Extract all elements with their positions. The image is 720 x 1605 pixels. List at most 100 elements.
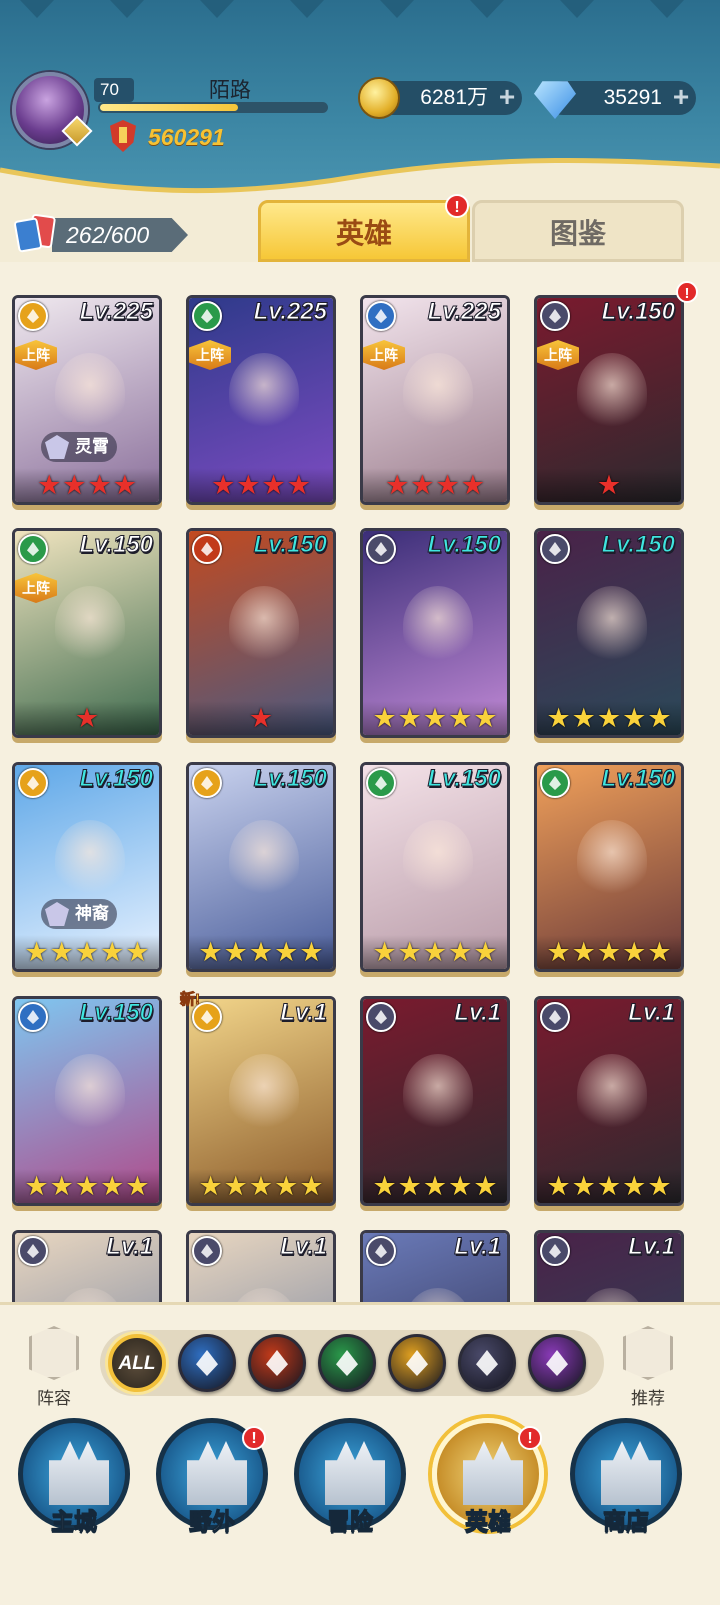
recommend-button[interactable]: 推荐 <box>618 1326 678 1409</box>
nav-label: 野外 <box>189 1508 236 1535</box>
nav-shop[interactable]: 商店 <box>570 1418 682 1535</box>
star-icon: ★ <box>448 1171 473 1201</box>
star-icon: ★ <box>372 937 397 967</box>
star-icon: ★ <box>248 1171 274 1201</box>
hero-card[interactable]: Lv.150 ★ ★ ★ ★ ★ <box>534 762 684 972</box>
star-icon: ★ <box>647 937 672 967</box>
star-icon: ★ <box>261 470 286 500</box>
hero-card[interactable]: Lv.150 ★ ★ ★ ★ ★ <box>12 996 162 1206</box>
hero-level: Lv.1 <box>454 999 502 1027</box>
star-icon: ★ <box>596 470 622 500</box>
hero-level: Lv.225 <box>253 298 327 326</box>
star-icon: ★ <box>473 1171 498 1201</box>
star-icon: ★ <box>647 703 672 733</box>
hero-card[interactable]: Lv.150 ★ <box>186 528 336 738</box>
hero-card[interactable]: Lv.150 ★ ★ ★ ★ ★ <box>360 528 510 738</box>
hero-card[interactable]: Lv.150 上阵 ★ <box>534 295 684 505</box>
dark-element-icon <box>366 534 396 564</box>
portal-icon <box>187 1441 247 1505</box>
star-icon: ★ <box>286 470 311 500</box>
star-rating: ★ ★ ★ ★ <box>189 468 333 502</box>
fire-element-icon <box>266 1350 288 1376</box>
hero-card[interactable]: Lv.150 ★ ★ ★ ★ ★ <box>186 762 336 972</box>
star-icon: ★ <box>571 1171 596 1201</box>
hero-card[interactable]: Lv.1 ★ ★ ★ ★ ★ <box>186 996 336 1206</box>
light-element-icon <box>18 768 48 798</box>
xp-bar-fill <box>100 104 238 111</box>
star-icon: ★ <box>236 470 261 500</box>
star-rating: ★ ★ ★ ★ ★ <box>15 935 159 969</box>
hero-card[interactable]: Lv.225 上阵 灵霄 ★ ★ ★ ★ <box>12 295 162 505</box>
filter-light-button[interactable] <box>388 1334 446 1392</box>
filter-fire-button[interactable] <box>248 1334 306 1392</box>
star-icon: ★ <box>397 1171 422 1201</box>
filter-dark-button[interactable] <box>458 1334 516 1392</box>
hero-level: Lv.150 <box>601 531 675 559</box>
nav-sword[interactable]: 冒险 <box>294 1418 406 1535</box>
star-rating: ★ ★ ★ ★ ★ <box>363 701 507 735</box>
hero-card[interactable]: Lv.225 上阵 ★ ★ ★ ★ <box>186 295 336 505</box>
star-icon: ★ <box>422 937 448 967</box>
tab-codex[interactable]: 图鉴 <box>472 200 684 262</box>
hero-card[interactable]: Lv.150 ★ ★ ★ ★ ★ <box>360 762 510 972</box>
add-gold-button[interactable]: + <box>496 83 518 111</box>
hero-card[interactable]: Lv.150 ★ ★ ★ ★ ★ <box>534 528 684 738</box>
star-icon: ★ <box>125 937 150 967</box>
castle-icon <box>49 1441 109 1505</box>
star-icon: ★ <box>448 703 473 733</box>
nav-alert-badge: ! <box>242 1426 266 1450</box>
gold-counter: 6281万 + <box>358 77 522 119</box>
star-icon: ★ <box>460 470 485 500</box>
hero-level: Lv.225 <box>427 298 501 326</box>
hero-level: Lv.150 <box>79 999 153 1027</box>
star-icon: ★ <box>422 703 448 733</box>
wind-element-icon <box>366 768 396 798</box>
hero-faction-tag: 神裔 <box>41 899 117 929</box>
dark-element-icon <box>540 534 570 564</box>
gem-value: 35291 <box>603 86 662 109</box>
filter-water-button[interactable] <box>178 1334 236 1392</box>
gem-counter: 35291 + <box>534 81 696 119</box>
nav-label: 主城 <box>51 1508 98 1535</box>
hero-alert-badge: ! <box>676 281 698 303</box>
nav-castle[interactable]: 主城 <box>18 1418 130 1535</box>
star-icon: ★ <box>198 937 223 967</box>
player-level: 70 <box>94 78 134 102</box>
hero-level: Lv.225 <box>79 298 153 326</box>
star-rating: ★ ★ ★ ★ ★ <box>15 1169 159 1203</box>
lineup-button[interactable]: 阵容 <box>24 1326 84 1409</box>
hero-card[interactable]: Lv.1 ★ ★ ★ ★ ★ <box>360 996 510 1206</box>
player-avatar[interactable] <box>12 72 93 148</box>
power-value: 560291 <box>148 124 225 150</box>
tab-heroes[interactable]: 英雄 <box>258 200 470 262</box>
star-rating: ★ ★ ★ ★ <box>363 468 507 502</box>
star-icon: ★ <box>74 703 100 733</box>
star-icon: ★ <box>274 1171 299 1201</box>
hero-card[interactable]: Lv.150 上阵 ★ <box>12 528 162 738</box>
hero-screen: 70 陌路 560291 6281万 + 35291 + 262/600 英雄 … <box>0 0 720 1605</box>
star-icon: ★ <box>546 937 571 967</box>
hero-card[interactable]: Lv.225 上阵 ★ ★ ★ ★ <box>360 295 510 505</box>
star-icon: ★ <box>299 937 324 967</box>
hero-level: Lv.150 <box>79 531 153 559</box>
star-icon: ★ <box>372 703 397 733</box>
filter-arcane-button[interactable] <box>528 1334 586 1392</box>
filter-wind-button[interactable] <box>318 1334 376 1392</box>
dark-element-icon <box>540 1002 570 1032</box>
hero-level: Lv.150 <box>601 765 675 793</box>
dark-element-icon <box>18 1236 48 1266</box>
hero-level: Lv.150 <box>253 531 327 559</box>
wind-element-icon <box>192 301 222 331</box>
hero-card[interactable]: Lv.1 ★ ★ ★ ★ ★ <box>534 996 684 1206</box>
star-rating: ★ ★ ★ ★ ★ <box>189 935 333 969</box>
star-icon: ★ <box>622 1171 647 1201</box>
filter-all-button[interactable]: ALL <box>108 1334 166 1392</box>
star-icon: ★ <box>74 937 100 967</box>
add-gems-button[interactable]: + <box>670 83 692 111</box>
dark-element-icon <box>192 1236 222 1266</box>
star-icon: ★ <box>248 937 274 967</box>
hero-cards-icon <box>13 213 60 255</box>
nav-alert-badge: ! <box>518 1426 542 1450</box>
hero-card[interactable]: Lv.150 神裔 ★ ★ ★ ★ ★ <box>12 762 162 972</box>
player-name: 陌路 <box>209 79 251 102</box>
